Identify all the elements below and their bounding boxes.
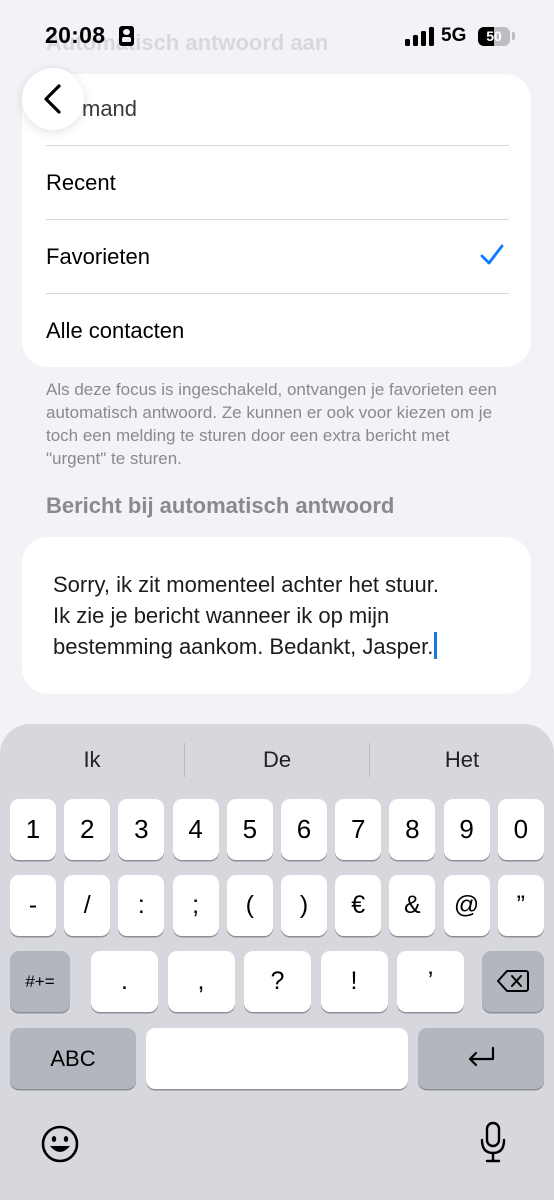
- key-symbol-1[interactable]: /: [64, 875, 111, 936]
- list-item-alle-contacten[interactable]: Alle contacten: [22, 294, 531, 367]
- return-key[interactable]: [418, 1028, 544, 1089]
- key-2[interactable]: 3: [118, 799, 165, 860]
- return-icon: [468, 1046, 495, 1067]
- key-punct-4[interactable]: ’: [397, 951, 464, 1012]
- key-symbol-9[interactable]: ”: [497, 875, 544, 936]
- delete-key[interactable]: [482, 951, 544, 1012]
- key-symbol-8[interactable]: @: [443, 875, 490, 936]
- list-item-favorieten[interactable]: Favorieten: [22, 220, 531, 294]
- abc-key[interactable]: ABC: [10, 1028, 136, 1089]
- message-line-last: bestemming aankom. Bedankt, Jasper.: [53, 631, 513, 662]
- key-1[interactable]: 2: [64, 799, 111, 860]
- key-symbol-0[interactable]: -: [10, 875, 56, 936]
- battery-icon: 50: [478, 27, 510, 46]
- network-type: 5G: [441, 25, 467, 46]
- emoji-icon[interactable]: [40, 1124, 80, 1164]
- key-3[interactable]: 4: [172, 799, 219, 860]
- key-punct-1[interactable]: ,: [167, 951, 235, 1012]
- key-8[interactable]: 9: [443, 799, 490, 860]
- list-item-label: Recent: [46, 170, 116, 195]
- checkmark-icon: [480, 244, 504, 265]
- key-punct-3[interactable]: !: [320, 951, 388, 1012]
- key-symbol-7[interactable]: &: [389, 875, 436, 936]
- text-caret: [434, 632, 437, 659]
- reply-to-list: mand Recent Favorieten Alle contacten: [22, 74, 531, 367]
- list-item-recent[interactable]: Recent: [22, 146, 531, 220]
- suggestion-de[interactable]: De: [185, 738, 369, 782]
- key-symbol-4[interactable]: (: [226, 875, 273, 936]
- message-line: Ik zie je bericht wanneer ik op mijn: [53, 603, 390, 628]
- key-punct-0[interactable]: .: [91, 951, 158, 1012]
- status-time: 20:08: [45, 22, 106, 48]
- key-4[interactable]: 5: [226, 799, 273, 860]
- keyboard: Ik De Het #+= ABC 1 2 3 4 5 6 7 8 9 0 - /:;() € & @”.,…: [0, 724, 554, 1200]
- message-text: Sorry, ik zit momenteel achter het stuur…: [53, 569, 513, 662]
- key-punct-2[interactable]: ?: [244, 951, 311, 1012]
- message-line: bestemming aankom. Bedankt, Jasper.: [53, 634, 434, 659]
- message-text-field[interactable]: Sorry, ik zit momenteel achter het stuur…: [22, 537, 531, 694]
- more-symbols-key[interactable]: #+=: [10, 951, 70, 1012]
- suggestion-ik[interactable]: Ik: [0, 738, 184, 782]
- key-5[interactable]: 6: [281, 799, 327, 860]
- back-button[interactable]: [22, 68, 84, 130]
- key-symbol-2[interactable]: :: [118, 875, 165, 936]
- list-item-label: mand: [82, 96, 138, 121]
- list-item-label: Favorieten: [46, 244, 150, 269]
- key-0[interactable]: 1: [10, 799, 56, 860]
- cellular-signal-icon: [405, 26, 435, 46]
- list-item-label: Alle contacten: [46, 318, 185, 343]
- key-6[interactable]: 7: [335, 799, 382, 860]
- space-key[interactable]: [146, 1028, 408, 1089]
- section-header: Bericht bij automatisch antwoord: [46, 493, 395, 518]
- suggestion-het[interactable]: Het: [370, 738, 554, 782]
- list-item-partial[interactable]: mand: [22, 74, 531, 148]
- battery-percentage: 50: [486, 28, 502, 44]
- microphone-icon[interactable]: [478, 1120, 508, 1164]
- battery-cap: [512, 32, 515, 40]
- chevron-left-icon: [44, 84, 61, 114]
- key-symbol-6[interactable]: €: [335, 875, 382, 936]
- delete-icon: [497, 970, 529, 992]
- key-symbol-3[interactable]: ;: [172, 875, 219, 936]
- key-7[interactable]: 8: [389, 799, 436, 860]
- key-symbol-5[interactable]: ): [281, 875, 327, 936]
- key-9[interactable]: 0: [497, 799, 544, 860]
- footnote-text: Als deze focus is ingeschakeld, ontvange…: [46, 380, 497, 468]
- status-bar: Automatisch antwoord aan 20:08 5G 50: [0, 0, 554, 80]
- message-line: Sorry, ik zit momenteel achter het stuur…: [53, 572, 439, 597]
- sleep-focus-icon: [119, 26, 134, 46]
